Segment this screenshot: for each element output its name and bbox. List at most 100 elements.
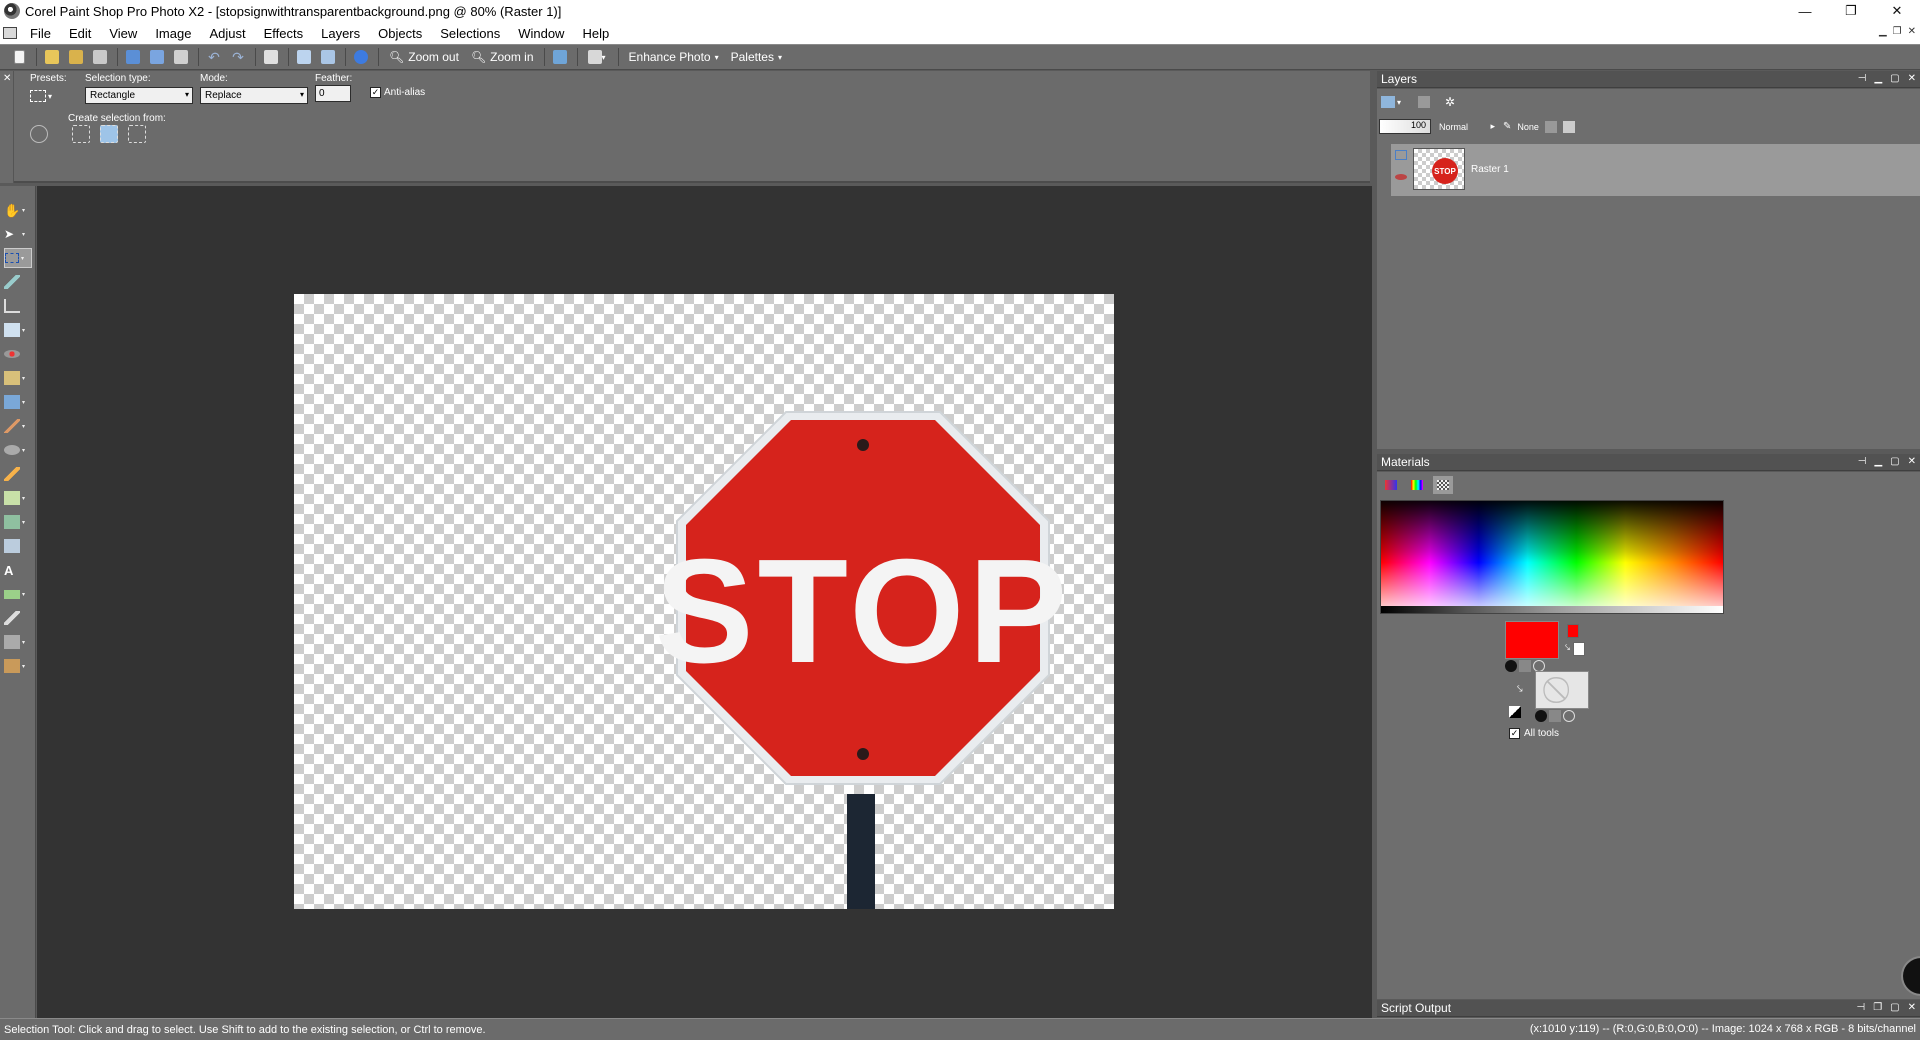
menu-help[interactable]: Help [573, 26, 618, 41]
picture-tube-tool[interactable] [4, 536, 32, 556]
opacity-field[interactable]: 100 [1379, 119, 1431, 134]
mask-value[interactable]: None [1517, 122, 1539, 132]
color-style-icon[interactable] [1535, 710, 1547, 722]
red-eye-tool[interactable] [4, 344, 32, 364]
lighten-darken-tool[interactable]: ▾ [4, 440, 32, 460]
anti-alias-checkbox[interactable]: ✓ Anti-alias [370, 87, 425, 98]
new-button[interactable] [8, 47, 30, 67]
mdi-close-icon[interactable]: ✕ [1908, 26, 1916, 37]
layer-row-raster-1[interactable]: STOP Raster 1 [1391, 144, 1920, 196]
link-icon[interactable]: ⤥ [1517, 684, 1523, 695]
zoom-out-button[interactable]: 🔍︎ Zoom out [383, 47, 465, 67]
palette-grip[interactable]: ✕ [0, 71, 14, 183]
open-button[interactable] [41, 47, 63, 67]
menu-selections[interactable]: Selections [431, 26, 509, 41]
save-as-button[interactable] [146, 47, 168, 67]
flood-fill-tool[interactable]: ▾ [4, 512, 32, 532]
menu-window[interactable]: Window [509, 26, 573, 41]
image-canvas[interactable]: STOP [294, 294, 1114, 909]
visibility-eye-icon[interactable] [1395, 174, 1407, 180]
brush-link-icon[interactable]: ✎ [1503, 121, 1511, 132]
maximize-icon[interactable]: ▢ [1890, 73, 1899, 84]
swap-colors-icon[interactable]: ⤥ [1565, 642, 1570, 653]
art-media-tool[interactable] [4, 464, 32, 484]
minimize-button[interactable]: — [1782, 0, 1828, 22]
zoom-in-button[interactable]: 🔍︎ Zoom in [465, 47, 540, 67]
lock-transparency-icon[interactable] [1544, 120, 1557, 133]
maximize-icon[interactable]: ▢ [1890, 1002, 1899, 1013]
menu-view[interactable]: View [100, 26, 146, 41]
minimize-icon[interactable]: ▁ [1874, 456, 1882, 467]
background-swatch[interactable]: ⃠ [1535, 671, 1589, 709]
selection-type-select[interactable]: Rectangle ▾ [85, 87, 193, 104]
pan-tool[interactable]: ✋ ▾ [4, 200, 32, 220]
close-icon[interactable]: ✕ [1908, 1002, 1916, 1013]
print-layout-button[interactable] [317, 47, 339, 67]
paste-button[interactable] [260, 47, 282, 67]
close-icon[interactable]: ✕ [1908, 73, 1916, 84]
save-button[interactable] [122, 47, 144, 67]
feather-input[interactable]: 0 [315, 85, 351, 102]
close-icon[interactable]: ✕ [3, 73, 11, 84]
menu-layers[interactable]: Layers [312, 26, 369, 41]
minimize-icon[interactable]: ▁ [1874, 73, 1882, 84]
texture-style-icon[interactable] [1519, 660, 1531, 672]
redo-button[interactable]: ↷ [227, 47, 249, 67]
document-icon[interactable] [3, 27, 17, 39]
maximize-icon[interactable]: ▢ [1890, 456, 1899, 467]
texture-style-icon[interactable] [1549, 710, 1561, 722]
crop-tool[interactable] [4, 296, 32, 316]
small-fg-swatch[interactable] [1567, 624, 1579, 638]
presets-dropdown[interactable]: ▾ [30, 87, 60, 105]
restore-button[interactable]: ❐ [1828, 0, 1874, 22]
stroke-fill-icon[interactable] [1509, 706, 1521, 718]
foreground-swatch[interactable] [1505, 621, 1559, 659]
tab-frame-icon[interactable] [1381, 476, 1401, 494]
mdi-minimize-icon[interactable]: ▁ [1879, 26, 1887, 37]
null-style-icon[interactable] [1563, 710, 1575, 722]
selection-from-canvas-icon[interactable] [100, 125, 118, 143]
workspace[interactable]: STOP [37, 186, 1372, 1018]
all-tools-checkbox[interactable]: ✓ All tools [1509, 728, 1559, 739]
menu-edit[interactable]: Edit [60, 26, 100, 41]
menu-image[interactable]: Image [146, 26, 200, 41]
text-tool[interactable]: A [4, 560, 32, 580]
paint-brush-tool[interactable]: ▾ [4, 416, 32, 436]
layer-properties-button[interactable]: ✲ [1441, 93, 1459, 111]
close-button[interactable]: ✕ [1874, 0, 1920, 22]
warp-brush-tool[interactable]: ▾ [4, 632, 32, 652]
pin-icon[interactable]: ⊣ [1856, 1002, 1865, 1013]
new-layer-button[interactable]: ▾ [1381, 93, 1407, 111]
menu-effects[interactable]: Effects [255, 26, 313, 41]
selection-from-mask-icon[interactable] [128, 125, 146, 143]
enhance-photo-menu[interactable]: Enhance Photo ▾ [623, 47, 725, 67]
makeover-tool[interactable]: ▾ [4, 368, 32, 388]
import-button[interactable] [89, 47, 111, 67]
eraser-tool[interactable]: ▾ [4, 488, 32, 508]
dropper-tool[interactable] [4, 272, 32, 292]
full-screen-button[interactable] [549, 47, 571, 67]
print-button[interactable] [293, 47, 315, 67]
selection-tool[interactable]: ▾ [4, 248, 32, 268]
menu-adjust[interactable]: Adjust [200, 26, 254, 41]
color-spectrum[interactable] [1380, 500, 1724, 614]
pin-icon[interactable]: ⊣ [1858, 456, 1867, 467]
pin-icon[interactable]: ⊣ [1858, 73, 1867, 84]
email-button[interactable] [170, 47, 192, 67]
undo-button[interactable]: ↶ [203, 47, 225, 67]
tab-swatches[interactable] [1433, 476, 1453, 494]
gear-icon[interactable] [30, 125, 48, 143]
straighten-tool[interactable]: ▾ [4, 320, 32, 340]
oil-brush-tool[interactable]: ▾ [4, 656, 32, 676]
tab-rainbow-icon[interactable] [1407, 476, 1427, 494]
view-options-button[interactable]: ▾ [582, 47, 612, 67]
menu-file[interactable]: File [21, 26, 60, 41]
palettes-menu[interactable]: Palettes ▾ [725, 47, 788, 67]
mdi-restore-icon[interactable]: ❐ [1893, 26, 1902, 37]
close-icon[interactable]: ✕ [1908, 456, 1916, 467]
selection-from-layer-icon[interactable] [72, 125, 90, 143]
mode-select[interactable]: Replace ▾ [200, 87, 308, 104]
clone-tool[interactable]: ▾ [4, 392, 32, 412]
small-bg-swatch[interactable] [1573, 642, 1585, 656]
blend-mode-select[interactable]: Normal ▸ [1437, 119, 1497, 134]
